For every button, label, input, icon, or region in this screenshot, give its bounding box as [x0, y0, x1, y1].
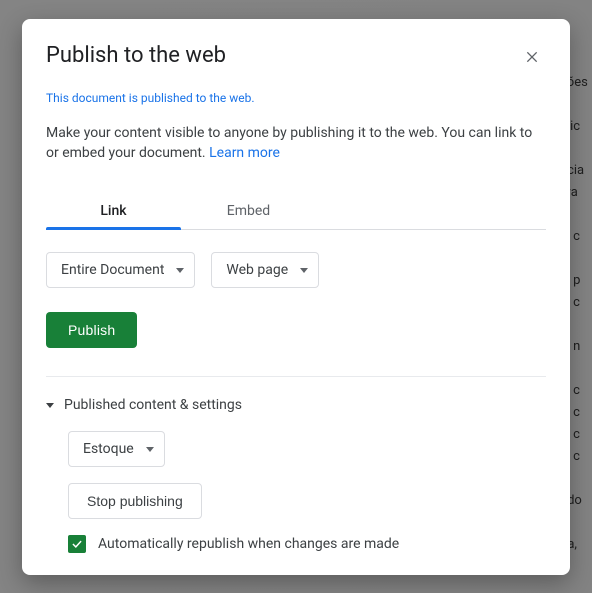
caret-down-icon [46, 403, 54, 408]
sheet-dropdown[interactable]: Estoque [68, 431, 165, 467]
checkmark-icon [70, 537, 84, 551]
settings-section-toggle[interactable]: Published content & settings [46, 397, 546, 413]
close-icon [524, 49, 540, 65]
scope-dropdown[interactable]: Entire Document [46, 252, 195, 288]
learn-more-link[interactable]: Learn more [209, 145, 280, 161]
close-button[interactable] [518, 43, 546, 71]
tab-bar: Link Embed [46, 193, 546, 230]
publish-dialog: Publish to the web This document is publ… [22, 19, 570, 575]
dialog-title: Publish to the web [46, 43, 226, 68]
format-dropdown-label: Web page [226, 262, 288, 278]
publish-status: This document is published to the web. [46, 91, 546, 105]
caret-down-icon [300, 268, 308, 273]
settings-section-title: Published content & settings [64, 397, 242, 413]
description-text: Make your content visible to anyone by p… [46, 125, 532, 161]
scope-dropdown-label: Entire Document [61, 262, 164, 278]
sheet-dropdown-label: Estoque [83, 441, 134, 457]
auto-republish-checkbox[interactable] [68, 535, 86, 553]
publish-button[interactable]: Publish [46, 312, 137, 348]
auto-republish-label: Automatically republish when changes are… [98, 536, 399, 552]
stop-publishing-button[interactable]: Stop publishing [68, 483, 202, 519]
tab-link[interactable]: Link [46, 193, 181, 229]
tab-embed[interactable]: Embed [181, 193, 316, 229]
format-dropdown[interactable]: Web page [211, 252, 319, 288]
dialog-description: Make your content visible to anyone by p… [46, 123, 546, 163]
caret-down-icon [146, 447, 154, 452]
caret-down-icon [176, 268, 184, 273]
divider [46, 376, 546, 377]
